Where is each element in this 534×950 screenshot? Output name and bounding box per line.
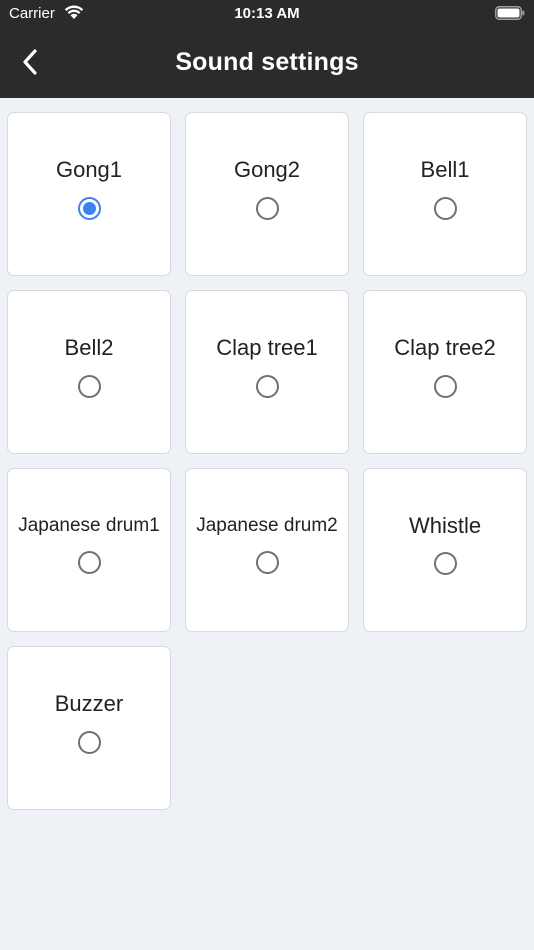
sound-option-buzzer[interactable]: Buzzer: [7, 646, 171, 810]
status-bar: Carrier 10:13 AM: [0, 0, 534, 28]
sound-option-label: Japanese drum1: [18, 515, 160, 536]
sound-option-label: Gong2: [233, 157, 301, 182]
sound-option-clap-tree1[interactable]: Clap tree1: [185, 290, 349, 454]
radio-button[interactable]: [256, 551, 279, 574]
sound-option-gong2[interactable]: Gong2: [185, 112, 349, 276]
radio-button[interactable]: [434, 552, 457, 575]
sound-option-gong1[interactable]: Gong1: [7, 112, 171, 276]
page-title: Sound settings: [175, 48, 359, 76]
sound-option-bell2[interactable]: Bell2: [7, 290, 171, 454]
radio-button[interactable]: [78, 551, 101, 574]
sound-option-label: Clap tree2: [394, 335, 496, 360]
radio-button[interactable]: [434, 375, 457, 398]
app-header: Carrier 10:13 AM Sound settings: [0, 0, 534, 98]
sound-option-label: Whistle: [408, 513, 482, 538]
radio-button[interactable]: [78, 731, 101, 754]
sound-option-label: Bell2: [64, 335, 114, 360]
nav-bar: Sound settings: [0, 36, 534, 88]
sound-option-label: Japanese drum2: [196, 515, 338, 536]
status-time: 10:13 AM: [234, 5, 300, 22]
radio-button[interactable]: [434, 197, 457, 220]
radio-button[interactable]: [78, 375, 101, 398]
sound-option-japanese-drum2[interactable]: Japanese drum2: [185, 468, 349, 632]
sound-option-bell1[interactable]: Bell1: [363, 112, 527, 276]
sound-option-label: Bell1: [420, 157, 470, 182]
sound-option-japanese-drum1[interactable]: Japanese drum1: [7, 468, 171, 632]
radio-button[interactable]: [256, 197, 279, 220]
sound-option-whistle[interactable]: Whistle: [363, 468, 527, 632]
sound-option-label: Gong1: [55, 157, 123, 182]
sound-option-label: Buzzer: [54, 691, 124, 716]
radio-button[interactable]: [256, 375, 279, 398]
radio-button-selected[interactable]: [78, 197, 101, 220]
sound-option-label: Clap tree1: [216, 335, 318, 360]
battery-icon: [495, 6, 525, 20]
sound-option-clap-tree2[interactable]: Clap tree2: [363, 290, 527, 454]
